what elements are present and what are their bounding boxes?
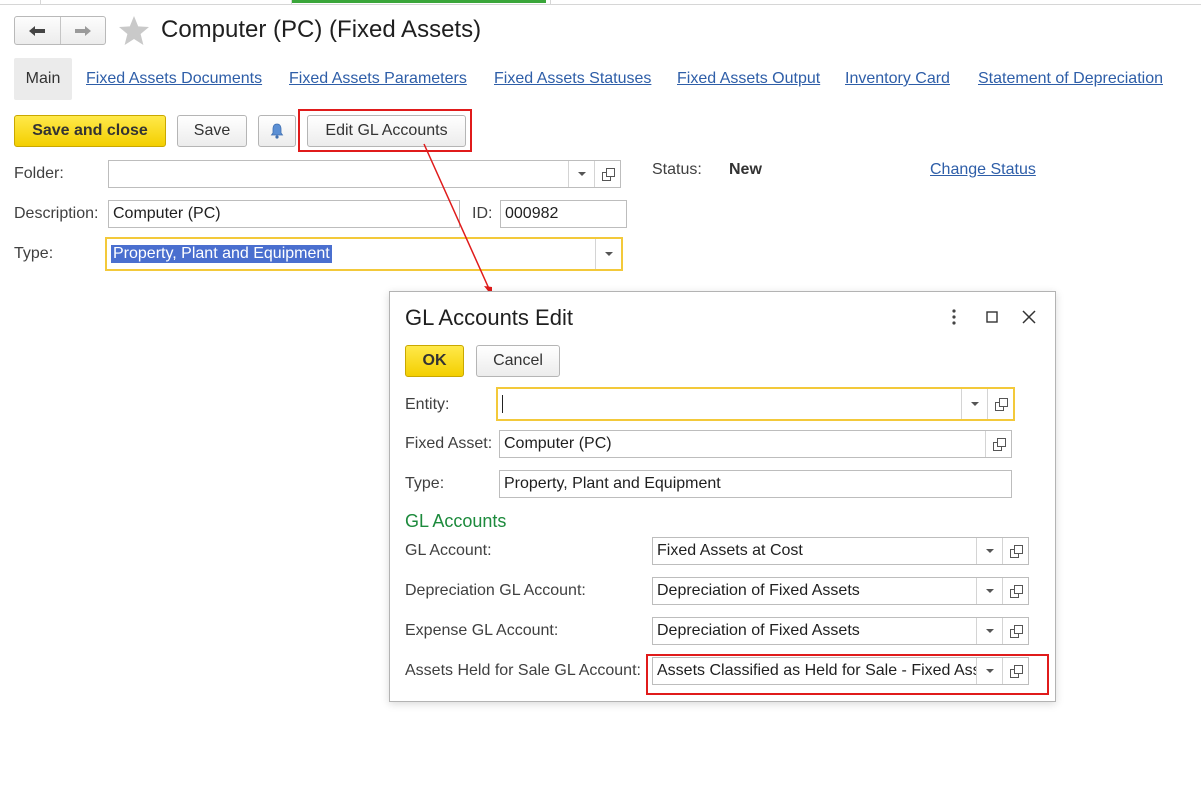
depreciation-gl-label: Depreciation GL Account: <box>405 582 586 599</box>
entity-dropdown[interactable] <box>961 389 987 419</box>
expense-gl-open[interactable] <box>1002 618 1028 644</box>
expense-gl-value[interactable]: Depreciation of Fixed Assets <box>653 618 976 644</box>
id-label: ID: <box>472 205 493 222</box>
notification-button[interactable] <box>258 115 296 147</box>
top-tab-strip <box>0 0 1201 5</box>
gl-account-field[interactable]: Fixed Assets at Cost <box>652 537 1029 565</box>
save-and-close-button[interactable]: Save and close <box>14 115 166 147</box>
fixed-asset-open[interactable] <box>985 431 1011 457</box>
chevron-down-icon <box>970 402 979 406</box>
entity-open[interactable] <box>987 389 1013 419</box>
more-vertical-icon <box>952 309 956 325</box>
dialog-close-button[interactable] <box>1019 307 1039 327</box>
ok-button[interactable]: OK <box>405 345 464 377</box>
open-window-icon <box>992 438 1006 451</box>
text-cursor <box>502 395 503 413</box>
type-value-wrap: Property, Plant and Equipment <box>107 239 595 269</box>
tab-main[interactable]: Main <box>14 58 72 100</box>
gl-account-dropdown[interactable] <box>976 538 1002 564</box>
entity-input-wrap <box>498 389 961 419</box>
status-value: New <box>729 161 762 178</box>
depreciation-gl-open[interactable] <box>1002 578 1028 604</box>
dialog-type-label: Type: <box>405 475 445 492</box>
type-field[interactable]: Property, Plant and Equipment <box>105 237 623 271</box>
held-for-sale-gl-label: Assets Held for Sale GL Account: <box>405 662 641 679</box>
tab-statement-of-depreciation[interactable]: Statement of Depreciation <box>978 70 1163 88</box>
gl-account-value[interactable]: Fixed Assets at Cost <box>653 538 976 564</box>
page-title: Computer (PC) (Fixed Assets) <box>161 16 482 43</box>
type-value[interactable]: Property, Plant and Equipment <box>111 245 332 263</box>
back-button[interactable] <box>15 17 60 44</box>
open-window-icon <box>994 398 1008 411</box>
description-value[interactable]: Computer (PC) <box>109 201 459 227</box>
expense-gl-field[interactable]: Depreciation of Fixed Assets <box>652 617 1029 645</box>
arrow-right-icon <box>74 25 91 36</box>
chevron-down-icon <box>985 629 994 633</box>
gl-accounts-section-title: GL Accounts <box>405 511 507 531</box>
fixed-asset-label: Fixed Asset: <box>405 435 493 452</box>
bell-icon <box>270 123 284 139</box>
entity-label: Entity: <box>405 396 450 413</box>
folder-label: Folder: <box>14 165 64 182</box>
dialog-title: GL Accounts Edit <box>405 305 573 330</box>
id-value[interactable]: 000982 <box>501 201 626 227</box>
active-window-indicator <box>292 0 546 3</box>
dialog-more-button[interactable] <box>944 307 964 327</box>
expense-gl-label: Expense GL Account: <box>405 622 559 639</box>
maximize-icon <box>986 311 998 323</box>
close-icon <box>1022 310 1036 324</box>
tab-fixed-assets-output[interactable]: Fixed Assets Output <box>677 70 820 88</box>
tab-fixed-assets-parameters[interactable]: Fixed Assets Parameters <box>289 70 467 88</box>
chevron-down-icon <box>985 549 994 553</box>
chevron-down-icon <box>577 172 586 176</box>
description-label: Description: <box>14 205 99 222</box>
entity-field[interactable] <box>496 387 1015 421</box>
open-window-icon <box>1009 585 1023 598</box>
description-field[interactable]: Computer (PC) <box>108 200 460 228</box>
dialog-type-field[interactable]: Property, Plant and Equipment <box>499 470 1012 498</box>
folder-dropdown[interactable] <box>568 161 594 187</box>
fixed-asset-value[interactable]: Computer (PC) <box>500 431 985 457</box>
open-window-icon <box>1009 665 1023 678</box>
dialog-maximize-button[interactable] <box>982 307 1002 327</box>
folder-value[interactable] <box>109 161 568 187</box>
chevron-down-icon <box>985 589 994 593</box>
open-window-icon <box>601 168 615 181</box>
expense-gl-dropdown[interactable] <box>976 618 1002 644</box>
history-nav <box>14 16 106 45</box>
chevron-down-icon <box>604 252 613 256</box>
edit-gl-accounts-button[interactable]: Edit GL Accounts <box>307 115 466 147</box>
depreciation-gl-value[interactable]: Depreciation of Fixed Assets <box>653 578 976 604</box>
favorite-star-button[interactable] <box>117 14 151 48</box>
cancel-button[interactable]: Cancel <box>476 345 560 377</box>
gl-account-label: GL Account: <box>405 542 492 559</box>
fixed-asset-field[interactable]: Computer (PC) <box>499 430 1012 458</box>
held-for-sale-gl-value[interactable]: Assets Classified as Held for Sale - Fix… <box>653 658 976 684</box>
depreciation-gl-dropdown[interactable] <box>976 578 1002 604</box>
tab-inventory-card[interactable]: Inventory Card <box>845 70 950 88</box>
forward-button[interactable] <box>59 17 106 44</box>
save-button[interactable]: Save <box>177 115 247 147</box>
type-dropdown[interactable] <box>595 239 621 269</box>
tab-fixed-assets-documents[interactable]: Fixed Assets Documents <box>86 70 262 88</box>
depreciation-gl-field[interactable]: Depreciation of Fixed Assets <box>652 577 1029 605</box>
status-label: Status: <box>652 161 702 178</box>
open-window-icon <box>1009 545 1023 558</box>
held-for-sale-gl-open[interactable] <box>1002 658 1028 684</box>
folder-open[interactable] <box>594 161 620 187</box>
star-icon <box>119 16 149 45</box>
type-label: Type: <box>14 245 54 262</box>
open-window-icon <box>1009 625 1023 638</box>
gl-account-open[interactable] <box>1002 538 1028 564</box>
held-for-sale-gl-field[interactable]: Assets Classified as Held for Sale - Fix… <box>652 657 1029 685</box>
change-status-link[interactable]: Change Status <box>930 161 1036 179</box>
dialog-type-value[interactable]: Property, Plant and Equipment <box>500 471 1011 497</box>
arrow-left-icon <box>29 25 46 36</box>
chevron-down-icon <box>985 669 994 673</box>
tab-fixed-assets-statuses[interactable]: Fixed Assets Statuses <box>494 70 651 88</box>
folder-field[interactable] <box>108 160 621 188</box>
held-for-sale-gl-dropdown[interactable] <box>976 658 1002 684</box>
id-field[interactable]: 000982 <box>500 200 627 228</box>
